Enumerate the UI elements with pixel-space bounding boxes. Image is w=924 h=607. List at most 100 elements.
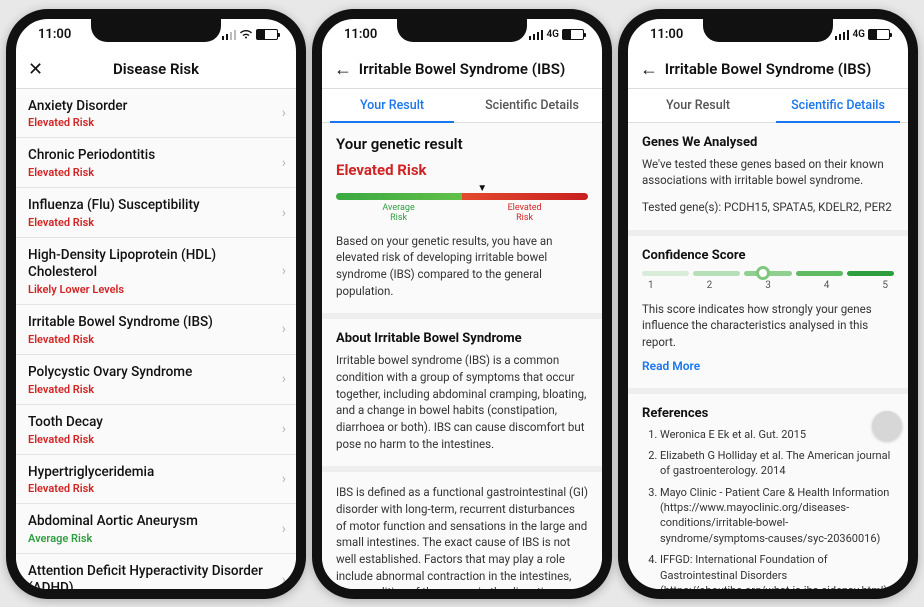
item-title: Irritable Bowel Syndrome (IBS) (28, 314, 284, 331)
list-item[interactable]: Chronic Periodontitis Elevated Risk› (16, 138, 296, 188)
item-risk: Elevated Risk (28, 383, 284, 396)
disease-list[interactable]: Anxiety DisorderElevated Risk› Chronic P… (16, 89, 296, 589)
confidence-desc: This score indicates how strongly your g… (642, 301, 894, 351)
phone-your-result: 11:00 4G ← Irritable Bowel Syndrome (IBS… (312, 9, 612, 599)
tab-your-result[interactable]: Your Result (628, 89, 768, 122)
chevron-right-icon: › (282, 521, 286, 537)
signal-icon (835, 30, 850, 40)
result-value: Elevated Risk (336, 161, 588, 179)
summary-text: Based on your genetic results, you have … (336, 233, 588, 300)
back-icon[interactable]: ← (640, 59, 658, 80)
result-section: Your genetic result Elevated Risk ▼ Aver… (322, 123, 602, 320)
genes-desc: We've tested these genes based on their … (642, 156, 894, 189)
list-item[interactable]: HypertriglyceridemiaElevated Risk› (16, 455, 296, 505)
risk-marker-icon: ▼ (477, 183, 487, 194)
genes-list: Tested gene(s): PCDH15, SPATA5, KDELR2, … (642, 199, 894, 216)
tabs: Your Result Scientific Details (628, 89, 908, 123)
tab-scientific-details[interactable]: Scientific Details (462, 89, 602, 122)
floating-action-button[interactable] (872, 411, 902, 441)
risk-label-average: Average Risk (382, 203, 414, 223)
wifi-icon (239, 29, 253, 40)
battery-icon (562, 29, 584, 40)
genes-section: Genes We Analysed We've tested these gen… (628, 123, 908, 236)
list-item[interactable]: Tooth Decay Elevated Risk› (16, 405, 296, 455)
page-title: Irritable Bowel Syndrome (IBS) (665, 60, 871, 78)
item-risk: Average Risk (28, 532, 284, 545)
chevron-right-icon: › (282, 205, 286, 221)
confidence-scale: 1 2 3 4 5 (642, 280, 894, 291)
chevron-right-icon: › (282, 471, 286, 487)
list-item[interactable]: Irritable Bowel Syndrome (IBS) Elevated R… (16, 305, 296, 355)
item-risk: Elevated Risk (28, 116, 284, 129)
item-title: Anxiety Disorder (28, 98, 284, 115)
item-title: Hypertriglyceridemia (28, 464, 284, 481)
confidence-bar (642, 271, 894, 276)
status-time: 11:00 (38, 27, 71, 42)
confidence-heading: Confidence Score (642, 248, 894, 263)
status-time: 11:00 (344, 27, 377, 42)
about-section-2: IBS is defined as a functional gastroint… (322, 472, 602, 588)
battery-icon (868, 29, 890, 40)
references-heading: References (642, 406, 894, 421)
details-content[interactable]: Genes We Analysed We've tested these gen… (628, 123, 908, 589)
list-item[interactable]: Polycystic Ovary Syndrome Elevated Risk› (16, 355, 296, 405)
conf-num: 4 (824, 280, 830, 291)
signal-icon (529, 30, 544, 40)
chevron-right-icon: › (282, 421, 286, 437)
tabs: Your Result Scientific Details (322, 89, 602, 123)
confidence-thumb-icon (756, 266, 770, 280)
about-text-2: IBS is defined as a functional gastroint… (336, 484, 588, 588)
reference-item: Elizabeth G Holliday et al. The American… (660, 448, 894, 479)
item-risk: Elevated Risk (28, 166, 284, 179)
conf-num: 3 (765, 280, 771, 291)
close-icon[interactable]: ✕ (28, 59, 43, 80)
chevron-right-icon: › (282, 371, 286, 387)
list-item[interactable]: Abdominal Aortic Aneurysm Average Risk› (16, 504, 296, 554)
confidence-section: Confidence Score 1 2 3 4 5 This score in… (628, 236, 908, 394)
back-icon[interactable]: ← (334, 59, 352, 80)
nav-bar: ✕ Disease Risk (16, 51, 296, 89)
risk-label-elevated: Elevated Risk (508, 203, 542, 223)
list-item[interactable]: Anxiety DisorderElevated Risk› (16, 89, 296, 139)
item-risk: Elevated Risk (28, 216, 284, 229)
list-item[interactable]: High-Density Lipoprotein (HDL) Cholester… (16, 238, 296, 305)
references-section: References Weronica E Ek et al. Gut. 201… (628, 394, 908, 589)
chevron-right-icon: › (282, 155, 286, 171)
chevron-right-icon: › (282, 321, 286, 337)
chevron-right-icon: › (282, 105, 286, 121)
item-title: Abdominal Aortic Aneurysm (28, 513, 284, 530)
reference-item: Weronica E Ek et al. Gut. 2015 (660, 427, 894, 442)
network-label: 4G (546, 29, 559, 40)
item-title: Chronic Periodontitis (28, 147, 284, 164)
status-time: 11:00 (650, 27, 683, 42)
page-title: Disease Risk (113, 60, 199, 78)
notch (397, 18, 527, 42)
about-text-1: Irritable bowel syndrome (IBS) is a comm… (336, 352, 588, 452)
tab-scientific-details[interactable]: Scientific Details (768, 89, 908, 122)
risk-bar: ▼ Average Risk Elevated Risk (336, 193, 588, 223)
item-risk: Elevated Risk (28, 333, 284, 346)
nav-bar: ← Irritable Bowel Syndrome (IBS) (322, 51, 602, 89)
tab-your-result[interactable]: Your Result (322, 89, 462, 122)
item-title: Tooth Decay (28, 414, 284, 431)
item-title: Influenza (Flu) Susceptibility (28, 197, 284, 214)
battery-icon (256, 29, 278, 40)
conf-num: 2 (707, 280, 713, 291)
phone-disease-list: 11:00 ✕ Disease Risk Anxiety DisorderEle… (6, 9, 306, 599)
signal-icon (222, 30, 237, 40)
nav-bar: ← Irritable Bowel Syndrome (IBS) (628, 51, 908, 89)
read-more-link[interactable]: Read More (642, 359, 700, 373)
list-item[interactable]: Attention Deficit Hyperactivity Disorder… (16, 554, 296, 588)
about-section: About Irritable Bowel Syndrome Irritable… (322, 319, 602, 472)
list-item[interactable]: Influenza (Flu) Susceptibility Elevated R… (16, 188, 296, 238)
phone-scientific-details: 11:00 4G ← Irritable Bowel Syndrome (IBS… (618, 9, 918, 599)
item-title: Attention Deficit Hyperactivity Disorder… (28, 563, 284, 588)
about-heading: About Irritable Bowel Syndrome (336, 331, 588, 346)
item-title: Polycystic Ovary Syndrome (28, 364, 284, 381)
item-risk: Elevated Risk (28, 482, 284, 495)
chevron-right-icon: › (282, 263, 286, 279)
item-risk: Likely Lower Levels (28, 283, 284, 296)
item-risk: Elevated Risk (28, 433, 284, 446)
result-content[interactable]: Your genetic result Elevated Risk ▼ Aver… (322, 123, 602, 589)
conf-num: 5 (882, 280, 888, 291)
